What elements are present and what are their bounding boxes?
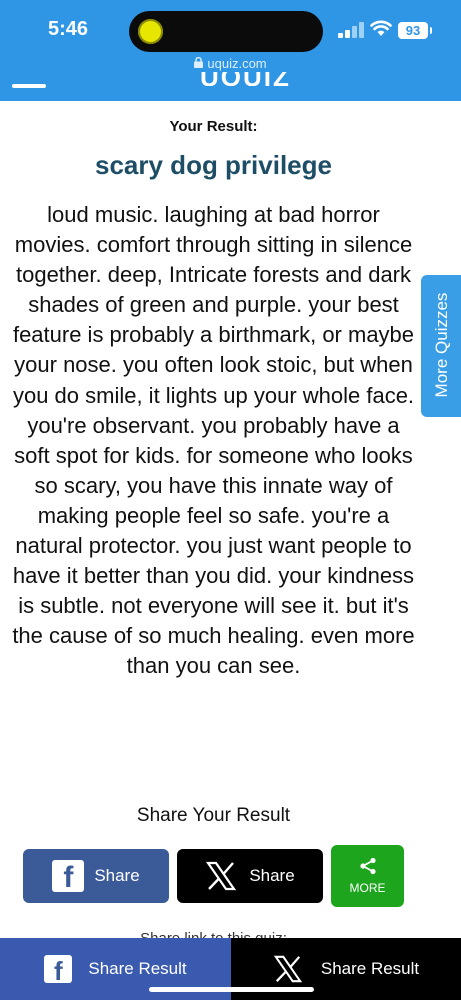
- x-share-button[interactable]: Share: [177, 849, 323, 903]
- bottom-x-label: Share Result: [320, 959, 420, 978]
- x-share-label: Share: [249, 866, 295, 885]
- more-share-button[interactable]: MORE: [331, 845, 404, 907]
- top-header: 5:46 93 uquiz.com UQUIZ: [0, 0, 461, 101]
- home-indicator[interactable]: [149, 987, 314, 992]
- dynamic-island: [129, 11, 323, 52]
- signal-icon: [338, 22, 364, 38]
- battery-icon: 93: [398, 22, 432, 39]
- share-icon: [359, 857, 376, 875]
- result-title: scary dog privilege: [95, 150, 332, 180]
- menu-icon[interactable]: [12, 84, 46, 88]
- status-bar: 5:46 93: [0, 0, 461, 60]
- facebook-icon: f: [52, 860, 85, 892]
- facebook-icon: f: [44, 955, 73, 983]
- facebook-share-label: Share: [94, 866, 140, 885]
- facebook-share-button[interactable]: f Share: [23, 849, 169, 903]
- result-description: loud music. laughing at bad horror movie…: [12, 202, 415, 679]
- activity-indicator-icon: [138, 19, 163, 44]
- wifi-icon: [370, 20, 392, 36]
- x-logo-icon: [273, 955, 303, 983]
- status-time: 5:46: [48, 18, 89, 40]
- x-logo-icon: [206, 861, 237, 891]
- site-logo[interactable]: UQUIZ: [200, 72, 291, 86]
- bottom-facebook-label: Share Result: [88, 959, 187, 978]
- more-share-label: MORE: [349, 881, 386, 895]
- more-quizzes-tab[interactable]: More Quizzes: [421, 275, 461, 417]
- lock-icon: [194, 56, 204, 71]
- share-heading: Share Your Result: [136, 805, 291, 826]
- url-text: uquiz.com: [207, 56, 267, 71]
- result-label: Your Result:: [169, 118, 258, 135]
- more-quizzes-label: More Quizzes: [432, 292, 451, 398]
